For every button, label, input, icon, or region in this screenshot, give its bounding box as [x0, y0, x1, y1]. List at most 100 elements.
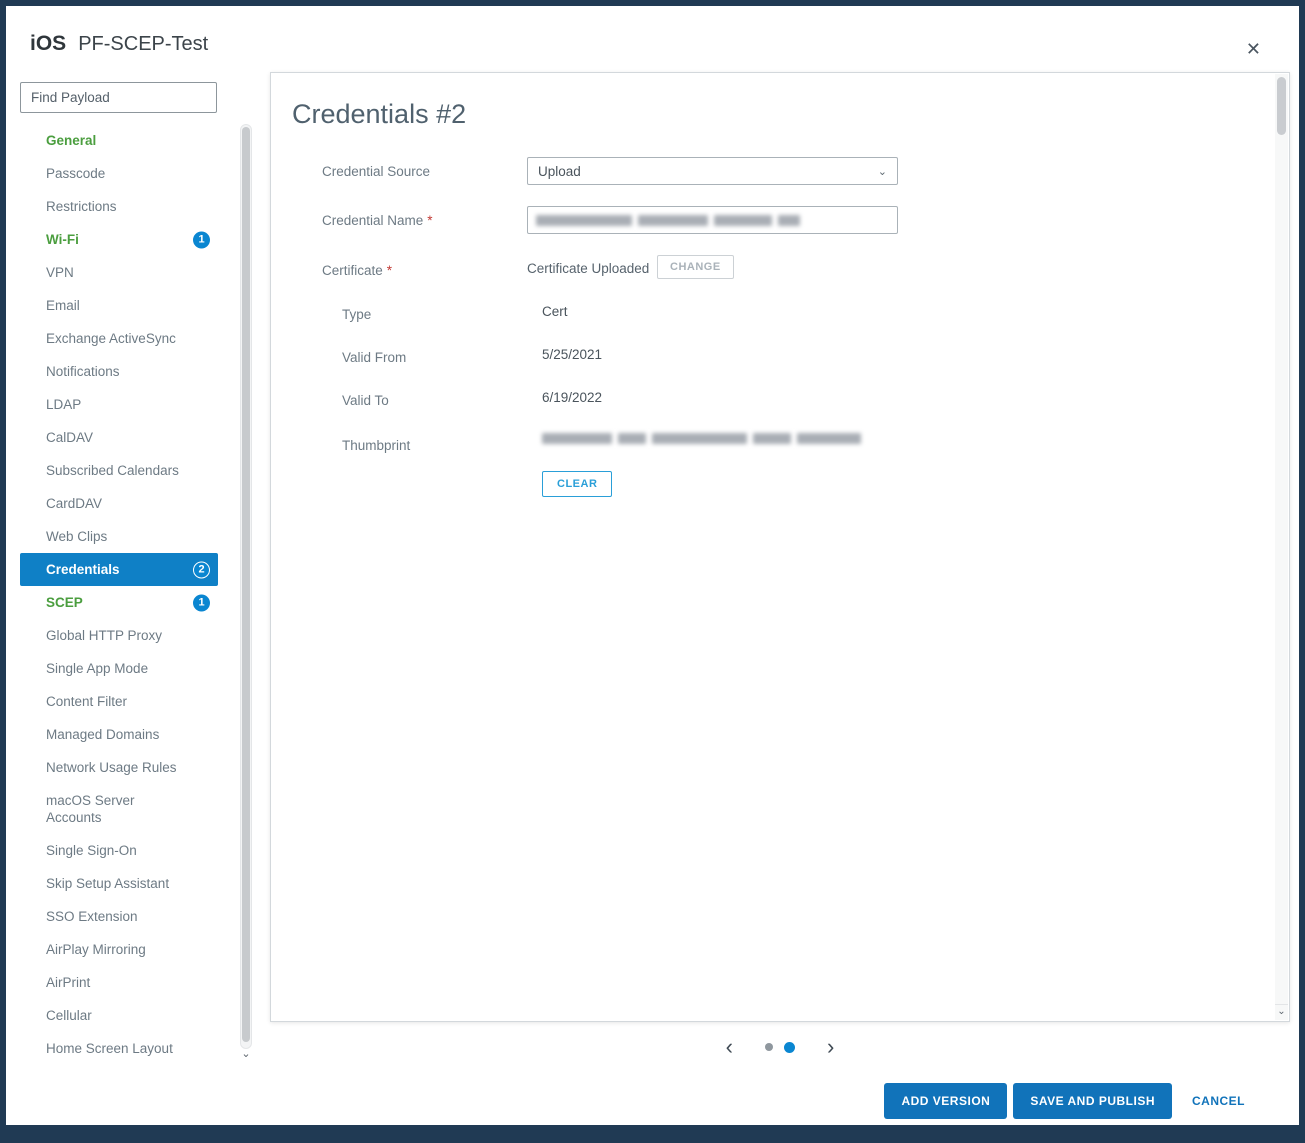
sidebar-item-label: SSO Extension [46, 909, 138, 924]
sidebar-item-airplay-mirroring[interactable]: AirPlay Mirroring [20, 933, 218, 966]
sidebar-scrollbar-thumb[interactable] [242, 127, 250, 1042]
redacted-thumbprint [542, 433, 861, 444]
sidebar-item-label: Restrictions [46, 199, 117, 214]
credential-source-value: Upload [538, 164, 581, 179]
sidebar-item-label: Credentials [46, 562, 120, 577]
sidebar-item-label: General [46, 133, 96, 148]
sidebar-item-passcode[interactable]: Passcode [20, 157, 218, 190]
redacted-credential-name [536, 215, 800, 226]
sidebar-item-exchange-activesync[interactable]: Exchange ActiveSync [20, 322, 218, 355]
pager-prev-icon[interactable]: ‹ [726, 1036, 733, 1058]
sidebar-item-airprint[interactable]: AirPrint [20, 966, 218, 999]
sidebar-item-label: Notifications [46, 364, 120, 379]
panel-scrollbar-thumb[interactable] [1277, 77, 1286, 135]
sidebar-item-label: Subscribed Calendars [46, 463, 179, 478]
sidebar-item-label: Managed Domains [46, 727, 159, 742]
sidebar-item-label: Single Sign-On [46, 843, 137, 858]
sidebar-scroll-down-icon[interactable]: ⌄ [240, 1049, 252, 1059]
sidebar-item-scep[interactable]: SCEP 1 [20, 586, 218, 619]
sidebar-item-single-sign-on[interactable]: Single Sign-On [20, 834, 218, 867]
sidebar-item-label: SCEP [46, 595, 83, 610]
credential-name-label: Credential Name* [322, 213, 433, 228]
sidebar-item-label: Cellular [46, 1008, 92, 1023]
pager-dot-page-1[interactable] [765, 1043, 773, 1051]
select-caret-icon: ⌄ [878, 165, 887, 178]
save-and-publish-button[interactable]: SAVE AND PUBLISH [1013, 1083, 1172, 1119]
panel-scrollbar[interactable]: ⌄ [1275, 74, 1288, 1020]
sidebar-item-label: Web Clips [46, 529, 107, 544]
sidebar-item-cellular[interactable]: Cellular [20, 999, 218, 1032]
dialog-footer: ADD VERSION SAVE AND PUBLISH CANCEL [6, 1077, 1299, 1125]
valid-to-value: 6/19/2022 [542, 390, 602, 405]
credentials-panel: Credentials #2 Credential Source Upload … [270, 72, 1290, 1022]
sidebar-item-label: Exchange ActiveSync [46, 331, 176, 346]
sidebar-item-label: Passcode [46, 166, 105, 181]
pager-next-icon[interactable]: › [827, 1036, 834, 1058]
sidebar-item-managed-domains[interactable]: Managed Domains [20, 718, 218, 751]
payload-list: General Passcode Restrictions Wi-Fi1 VPN Emai… [20, 124, 218, 1065]
platform-label: iOS [30, 32, 66, 55]
sidebar-item-carddav[interactable]: CardDAV [20, 487, 218, 520]
sidebar-item-label: Network Usage Rules [46, 760, 177, 775]
sidebar-item-label: CardDAV [46, 496, 102, 511]
sidebar-item-label: CalDAV [46, 430, 93, 445]
pager-dots [765, 1042, 795, 1053]
sidebar-item-notifications[interactable]: Notifications [20, 355, 218, 388]
payload-pager: ‹ › [270, 1036, 1290, 1058]
sidebar-item-skip-setup-assistant[interactable]: Skip Setup Assistant [20, 867, 218, 900]
profile-editor-dialog: iOS PF-SCEP-Test ✕ General Passcode Restric… [6, 6, 1299, 1125]
sidebar-item-vpn[interactable]: VPN [20, 256, 218, 289]
sidebar-item-label: LDAP [46, 397, 81, 412]
sidebar-item-global-http-proxy[interactable]: Global HTTP Proxy [20, 619, 218, 652]
valid-to-label: Valid To [342, 393, 389, 408]
sidebar-item-home-screen-layout[interactable]: Home Screen Layout [20, 1032, 218, 1065]
type-value: Cert [542, 304, 568, 319]
sidebar-item-credentials[interactable]: Credentials2 [20, 553, 218, 586]
sidebar-item-wi-fi[interactable]: Wi-Fi1 [20, 223, 218, 256]
profile-name: PF-SCEP-Test [78, 33, 208, 55]
credential-name-input[interactable] [527, 206, 898, 234]
clear-certificate-button[interactable]: CLEAR [542, 471, 612, 497]
sidebar-item-macos-server-accounts[interactable]: macOS Server Accounts [20, 784, 218, 834]
sidebar-item-subscribed-calendars[interactable]: Subscribed Calendars [20, 454, 218, 487]
required-asterisk: * [387, 263, 392, 278]
find-payload-input[interactable] [20, 82, 217, 113]
sidebar-item-label: Single App Mode [46, 661, 148, 676]
sidebar-item-general[interactable]: General [20, 124, 218, 157]
sidebar-item-single-app-mode[interactable]: Single App Mode [20, 652, 218, 685]
sidebar-item-network-usage-rules[interactable]: Network Usage Rules [20, 751, 218, 784]
sidebar-scrollbar[interactable] [240, 124, 252, 1049]
pager-dot-page-2-active[interactable] [784, 1042, 795, 1053]
sidebar-item-ldap[interactable]: LDAP [20, 388, 218, 421]
sidebar-item-content-filter[interactable]: Content Filter [20, 685, 218, 718]
valid-from-label: Valid From [342, 350, 406, 365]
certificate-status-text: Certificate Uploaded [527, 261, 649, 276]
sidebar-item-label: Global HTTP Proxy [46, 628, 162, 643]
payload-count-badge: 1 [193, 231, 210, 248]
panel-scroll-down-icon[interactable]: ⌄ [1275, 1004, 1288, 1020]
sidebar-item-label: VPN [46, 265, 74, 280]
sidebar-item-sso-extension[interactable]: SSO Extension [20, 900, 218, 933]
sidebar-item-label: Skip Setup Assistant [46, 876, 169, 891]
close-icon[interactable]: ✕ [1246, 40, 1261, 58]
thumbprint-label: Thumbprint [342, 438, 410, 453]
payload-count-badge: 1 [193, 594, 210, 611]
add-version-button[interactable]: ADD VERSION [884, 1083, 1007, 1119]
valid-from-value: 5/25/2021 [542, 347, 602, 362]
sidebar-item-caldav[interactable]: CalDAV [20, 421, 218, 454]
sidebar-item-restrictions[interactable]: Restrictions [20, 190, 218, 223]
change-certificate-button[interactable]: CHANGE [657, 255, 734, 279]
credential-source-select[interactable]: Upload ⌄ [527, 157, 898, 185]
panel-title: Credentials #2 [292, 99, 466, 130]
sidebar-item-web-clips[interactable]: Web Clips [20, 520, 218, 553]
sidebar-item-label: AirPlay Mirroring [46, 942, 146, 957]
credential-source-label: Credential Source [322, 164, 430, 179]
sidebar-item-label: macOS Server Accounts [46, 793, 135, 825]
sidebar-item-label: Content Filter [46, 694, 127, 709]
type-label: Type [342, 307, 371, 322]
dialog-header: iOS PF-SCEP-Test [30, 32, 208, 56]
cancel-button[interactable]: CANCEL [1178, 1083, 1253, 1119]
sidebar-item-email[interactable]: Email [20, 289, 218, 322]
sidebar-item-label: AirPrint [46, 975, 90, 990]
required-asterisk: * [427, 213, 432, 228]
